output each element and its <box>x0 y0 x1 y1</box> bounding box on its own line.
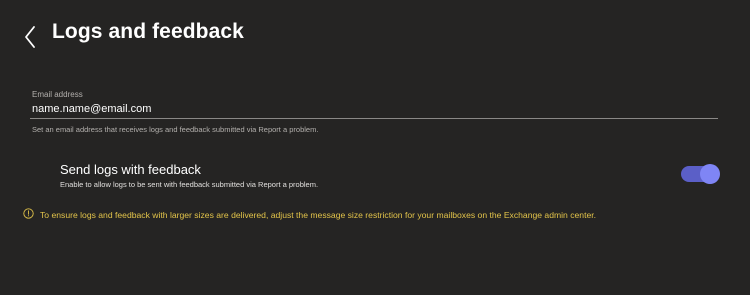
chevron-left-icon <box>25 26 35 48</box>
send-logs-title: Send logs with feedback <box>60 162 201 177</box>
back-button[interactable] <box>20 24 42 50</box>
send-logs-description: Enable to allow logs to be sent with fee… <box>60 180 319 189</box>
email-field-help-text: Set an email address that receives logs … <box>32 125 319 134</box>
exchange-notice-text: To ensure logs and feedback with larger … <box>40 210 597 220</box>
send-logs-toggle[interactable] <box>681 164 721 184</box>
info-icon <box>23 208 34 219</box>
email-field[interactable] <box>30 99 718 119</box>
email-field-label: Email address <box>32 90 83 99</box>
page-header: Logs and feedback <box>0 0 750 70</box>
page-title: Logs and feedback <box>52 20 244 43</box>
toggle-thumb <box>700 164 720 184</box>
